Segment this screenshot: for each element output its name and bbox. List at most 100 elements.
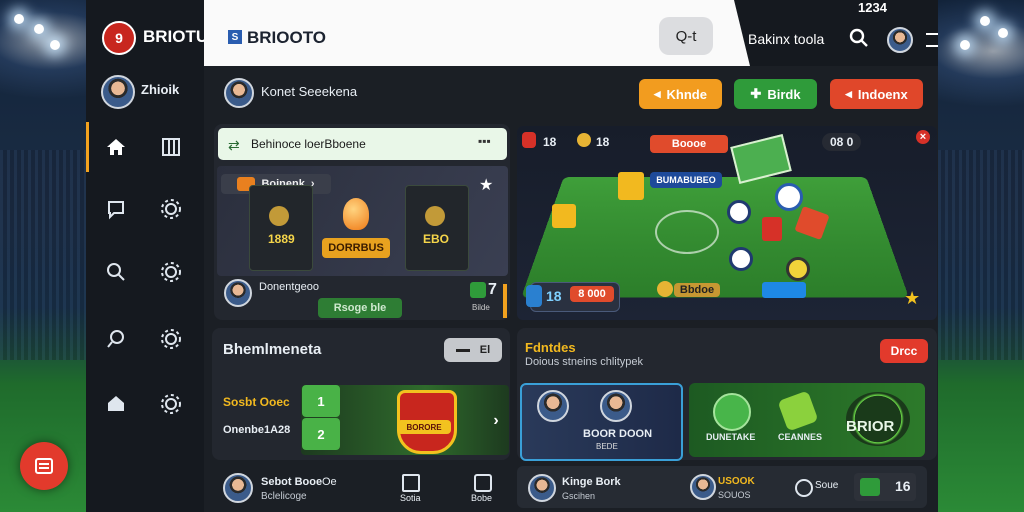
floodlight: [980, 16, 990, 26]
list-icon: [35, 458, 53, 474]
pitch-circle: [655, 210, 719, 254]
avatar[interactable]: [528, 474, 556, 502]
player-card-label: BOOR DOON: [583, 428, 653, 440]
header-search-icon[interactable]: [849, 28, 869, 53]
row2-label: Onenbe1A28: [223, 424, 291, 436]
mid-label: BUMABUBEO: [650, 172, 722, 188]
shield-red-icon: [762, 217, 782, 241]
count-value: 7: [488, 281, 497, 298]
header-avatar[interactable]: [887, 27, 913, 53]
settings-icon[interactable]: [157, 258, 185, 286]
card-yellow-icon: [618, 172, 644, 200]
floodlight: [960, 40, 970, 50]
avatar[interactable]: [224, 78, 254, 108]
avatar: [537, 390, 569, 422]
floodlight: [50, 40, 60, 50]
player-card-sub: BEDE: [596, 442, 618, 451]
features-button[interactable]: Drcc: [880, 339, 928, 363]
cta-button[interactable]: Rsoge ble: [318, 298, 402, 318]
hamburger-icon[interactable]: [926, 33, 938, 47]
bottom-left-label: 8 000: [570, 286, 614, 302]
footer-r3: Soue: [815, 480, 839, 491]
row2-value[interactable]: 2: [302, 418, 340, 450]
pin-icon[interactable]: [102, 325, 130, 353]
footer-mid2[interactable]: Bobe: [471, 493, 492, 503]
chat-icon[interactable]: [102, 195, 130, 223]
floodlight: [34, 24, 44, 34]
active-indicator: [86, 122, 89, 172]
star-icon[interactable]: ★: [479, 175, 493, 195]
right-icons[interactable]: 08 0: [822, 133, 862, 151]
footer-sub: Bclelicoge: [261, 491, 307, 502]
avatar[interactable]: [101, 75, 135, 109]
floodlight: [14, 14, 24, 24]
club-name: BORORE: [397, 420, 451, 434]
footer-number: 16: [895, 478, 911, 494]
brand-name: BRIOTU: [143, 27, 209, 46]
coin-icon: [786, 257, 810, 281]
grid-icon[interactable]: [157, 133, 185, 161]
top-label[interactable]: Boooe: [650, 135, 728, 153]
ball-icon: [775, 183, 803, 211]
user-name: Zhioik: [141, 82, 180, 97]
left-card: [249, 185, 313, 271]
promo-banner-text: Behinoce loerBboene: [251, 137, 366, 151]
footer-name: Sebot Booe: [261, 476, 323, 488]
doc-icon[interactable]: [402, 474, 420, 492]
ball-icon: [729, 247, 753, 271]
header-link[interactable]: Bakinx toola: [748, 31, 824, 47]
green-label-3: BRIOR: [846, 418, 895, 435]
star-icon[interactable]: ★: [904, 288, 920, 309]
badge2: 18: [596, 135, 610, 149]
menu-fab-button[interactable]: [20, 442, 68, 490]
search-button[interactable]: Q-t: [659, 17, 713, 55]
refresh-icon: ⇄: [228, 137, 240, 153]
badge1: 18: [543, 135, 557, 149]
avatar[interactable]: [690, 474, 716, 500]
footer-mid1[interactable]: Sotia: [400, 493, 421, 503]
footer-r2-sub: SOUOS: [718, 490, 751, 500]
count-icon: [470, 282, 486, 298]
count-sub: Bilde: [472, 303, 490, 312]
action-button-1[interactable]: ◂ Khnde: [639, 79, 722, 109]
home-icon[interactable]: [102, 133, 130, 161]
avatar[interactable]: [224, 279, 252, 307]
accent-bar: [503, 284, 507, 318]
avatar: [600, 390, 632, 422]
toggle-button[interactable]: El: [444, 338, 502, 362]
floodlight: [998, 28, 1008, 38]
right-score: EBO: [423, 232, 450, 246]
action-button-2[interactable]: ✚ Birdk: [734, 79, 817, 109]
user-subname: Konet Seeekena: [261, 84, 358, 99]
bottom-left-value: 18: [546, 288, 562, 304]
row1-value[interactable]: 1: [302, 385, 340, 417]
footer-r2-name: USOOK: [718, 476, 755, 487]
search-icon[interactable]: [102, 258, 130, 286]
standings-title: Bhemlmeneta: [223, 341, 322, 358]
coin-icon: [577, 133, 591, 147]
brand-logo[interactable]: 9: [102, 21, 136, 55]
green-label-1: DUNETAKE: [706, 432, 756, 442]
left-coin-icon: [269, 206, 289, 226]
features-subtitle: Doious stneins chlitypek: [525, 356, 644, 368]
footer-badge: Oe: [322, 476, 337, 488]
shield-icon[interactable]: [102, 390, 130, 418]
center-label[interactable]: DORRBUS: [322, 238, 390, 258]
coin-icon: [657, 281, 673, 297]
clock-icon: [795, 479, 813, 497]
action-button-3[interactable]: ◂ Indoenx: [830, 79, 923, 109]
footer-r-sub: Gscihen: [562, 491, 596, 501]
box-icon[interactable]: [474, 474, 492, 492]
close-icon[interactable]: ×: [916, 130, 930, 144]
avatar[interactable]: [223, 473, 253, 503]
preferences-icon[interactable]: [157, 390, 185, 418]
gear-icon[interactable]: [157, 195, 185, 223]
ball-icon: [727, 200, 751, 224]
sidebar: [86, 0, 204, 512]
cog-icon[interactable]: [157, 325, 185, 353]
header-brand: BRIOOTO: [247, 28, 327, 47]
green-refresh-icon: [860, 478, 880, 496]
dots-icon[interactable]: ▪▪▪: [478, 134, 491, 148]
chevron-right-icon[interactable]: ›: [488, 410, 504, 432]
refresh-circle-icon: [713, 393, 751, 431]
